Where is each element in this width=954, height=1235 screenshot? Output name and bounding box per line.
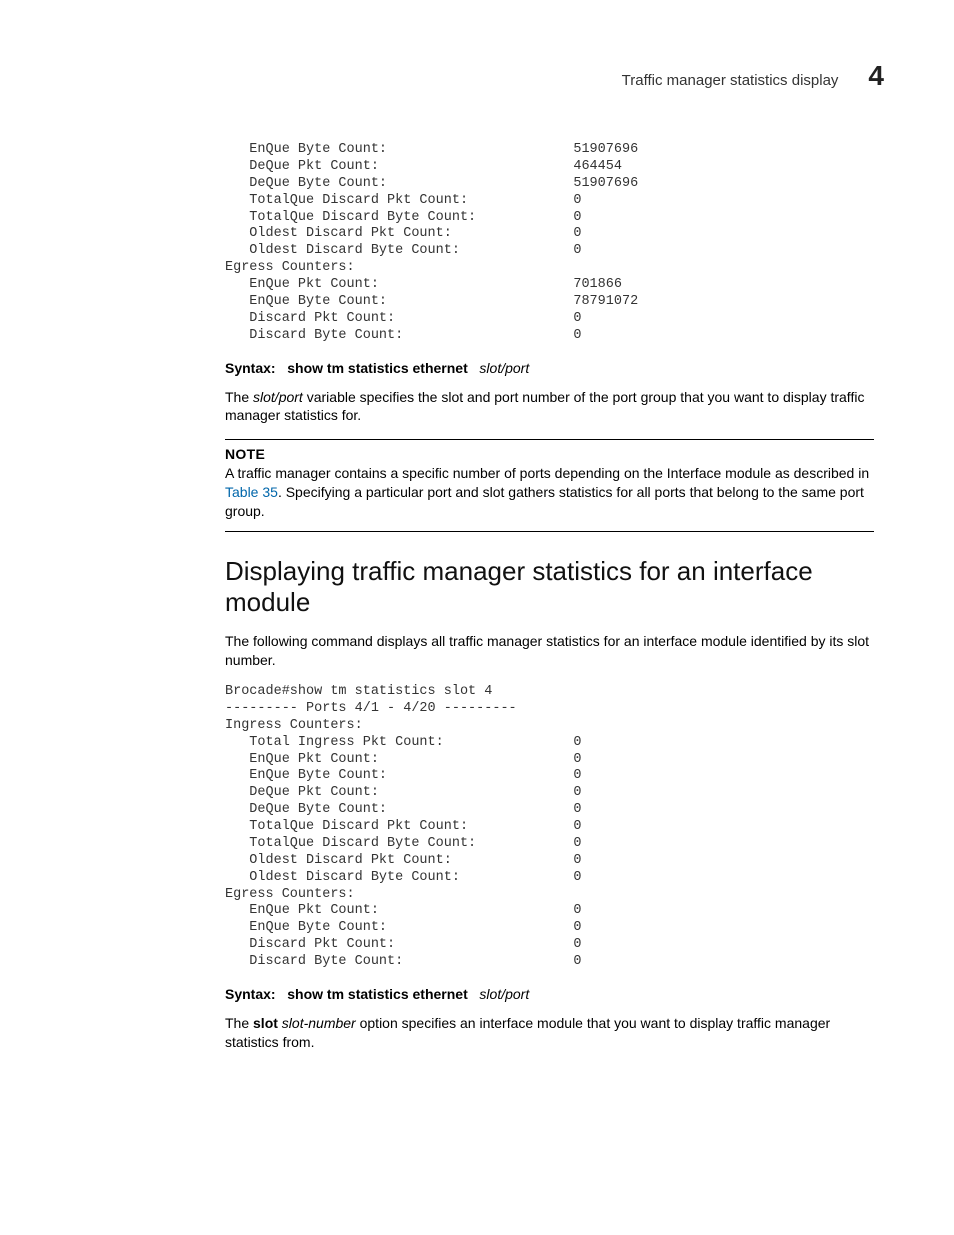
paragraph-2: The following command displays all traff… [225, 632, 874, 670]
syntax-label: Syntax: [225, 360, 276, 376]
note-body: A traffic manager contains a specific nu… [225, 464, 874, 521]
syntax-label: Syntax: [225, 986, 276, 1002]
italic-text: slot-number [282, 1015, 356, 1031]
content-area: EnQue Byte Count: 51907696 DeQue Pkt Cou… [225, 142, 874, 1052]
note-label: NOTE [225, 446, 874, 462]
bold-text: slot [253, 1015, 278, 1031]
paragraph-3: The slot slot-number option specifies an… [225, 1014, 874, 1052]
text: A traffic manager contains a specific nu… [225, 465, 869, 481]
page: Traffic manager statistics display 4 EnQ… [0, 0, 954, 1126]
header-title: Traffic manager statistics display [622, 72, 839, 89]
text: . Specifying a particular port and slot … [225, 484, 864, 519]
text: The [225, 1015, 253, 1031]
syntax-command: show tm statistics ethernet [287, 360, 468, 376]
table-link[interactable]: Table 35 [225, 484, 278, 500]
text: variable specifies the slot and port num… [225, 389, 864, 424]
syntax-arg: slot/port [479, 360, 529, 376]
syntax-line-2: Syntax: show tm statistics ethernet slot… [225, 986, 874, 1002]
text: The [225, 389, 253, 405]
italic-text: slot/port [253, 389, 303, 405]
chapter-number: 4 [868, 60, 884, 92]
syntax-arg: slot/port [479, 986, 529, 1002]
section-heading: Displaying traffic manager statistics fo… [225, 556, 874, 618]
syntax-line-1: Syntax: show tm statistics ethernet slot… [225, 360, 874, 376]
note-block: NOTE A traffic manager contains a specif… [225, 439, 874, 532]
code-block-1: EnQue Byte Count: 51907696 DeQue Pkt Cou… [225, 142, 874, 345]
syntax-command: show tm statistics ethernet [287, 986, 468, 1002]
code-block-2: Brocade#show tm statistics slot 4 ------… [225, 684, 874, 971]
paragraph-1: The slot/port variable specifies the slo… [225, 388, 874, 426]
page-header: Traffic manager statistics display 4 [70, 60, 884, 92]
